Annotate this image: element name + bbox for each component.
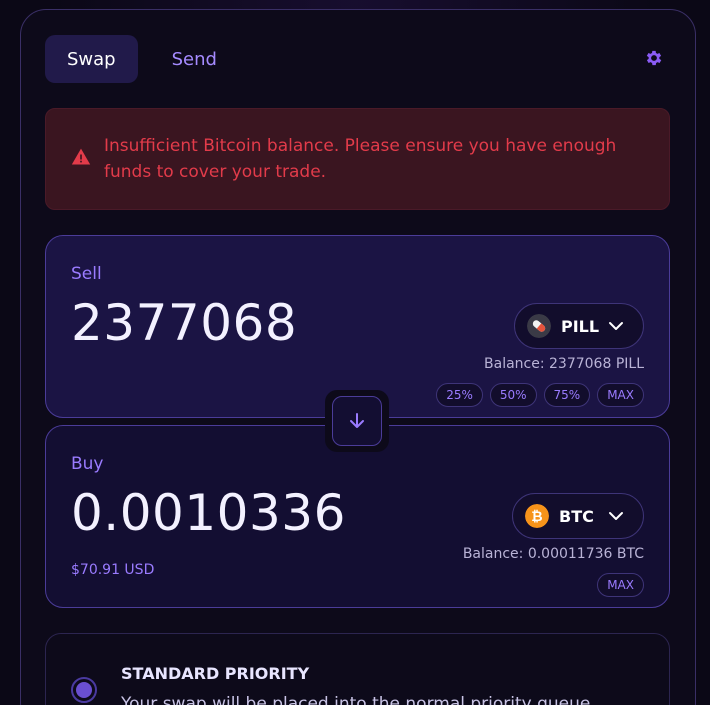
buy-amount-input[interactable]: 0.0010336 <box>71 484 346 542</box>
quick-75-button[interactable]: 75% <box>543 383 591 407</box>
pill-token-icon <box>527 314 551 338</box>
quick-25-button[interactable]: 25% <box>436 383 483 407</box>
gear-icon[interactable] <box>644 48 664 68</box>
sell-label: Sell <box>71 264 102 284</box>
tab-bar: Swap Send <box>45 35 239 83</box>
priority-description: Your swap will be placed into the normal… <box>121 694 591 705</box>
buy-usd-value: $70.91 USD <box>71 562 155 578</box>
alert-message: Insufficient Bitcoin balance. Please ens… <box>104 136 617 182</box>
quick-50-button[interactable]: 50% <box>489 383 537 407</box>
buy-token-selector[interactable]: ₿ BTC <box>512 493 644 539</box>
priority-radio[interactable] <box>71 677 97 703</box>
buy-card: Buy 0.0010336 $70.91 USD ₿ BTC Balance: … <box>45 425 670 608</box>
tab-send[interactable]: Send <box>150 35 239 83</box>
arrow-down-icon <box>350 413 364 428</box>
chevron-down-icon <box>609 512 623 520</box>
priority-option-standard[interactable]: STANDARD PRIORITY Your swap will be plac… <box>45 633 670 705</box>
chevron-down-icon <box>609 322 623 330</box>
priority-title: STANDARD PRIORITY <box>121 664 310 683</box>
sell-amount-input[interactable]: 2377068 <box>71 294 297 352</box>
svg-text:₿: ₿ <box>531 509 542 525</box>
error-alert: Insufficient Bitcoin balance. Please ens… <box>45 108 670 210</box>
sell-quick-amounts: 25% 50% 75% MAX <box>436 383 644 407</box>
quick-max-button[interactable]: MAX <box>597 383 644 407</box>
tab-swap[interactable]: Swap <box>45 35 138 83</box>
buy-label: Buy <box>71 454 104 474</box>
buy-balance: Balance: 0.00011736 BTC <box>462 546 644 562</box>
buy-max-button[interactable]: MAX <box>597 573 644 597</box>
sell-token-selector[interactable]: PILL <box>514 303 644 349</box>
buy-token-symbol: BTC <box>559 506 594 526</box>
switch-button-inner <box>332 396 382 446</box>
warning-triangle-icon <box>71 148 91 165</box>
radio-selected-dot <box>76 682 92 698</box>
sell-balance: Balance: 2377068 PILL <box>484 356 644 372</box>
switch-direction-button[interactable] <box>325 390 389 452</box>
bitcoin-icon: ₿ <box>525 504 549 528</box>
buy-quick-amounts: MAX <box>597 573 644 597</box>
sell-token-symbol: PILL <box>561 316 600 336</box>
